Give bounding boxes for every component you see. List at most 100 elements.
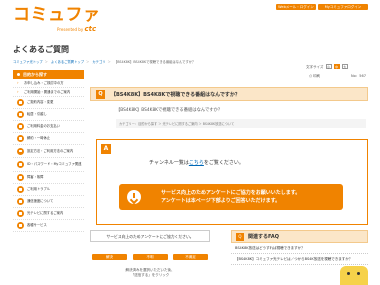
yen-icon <box>17 123 24 130</box>
breadcrumb-separator: ＞ <box>86 60 90 64</box>
survey-section: サービス向上のためアンケートにご協力ください。 解決 不明 不満足 解決済みを選… <box>90 230 210 285</box>
logo-sub-label: Presented by <box>57 27 84 32</box>
speed-icon <box>17 198 24 205</box>
survey-note: 解決済みを選択いただいた後、 「送信する」をクリック <box>90 268 210 278</box>
sidebar-item-label: ご利用トラブル <box>27 187 51 192</box>
sidebar-item-label: 設定方法・ご利用方法のご案内 <box>27 148 74 153</box>
sidebar-item-label: 転居・引越し <box>27 112 47 117</box>
breadcrumb-separator: ＞ <box>107 60 111 64</box>
question-icon <box>17 186 24 193</box>
breadcrumb-current: 【BS4K8K】BS4K8Kで視聴できる番組はなんですか？ <box>113 60 196 64</box>
sidebar-item-label: 通信速度について <box>27 199 54 204</box>
sidebar-item-speed[interactable]: 通信速度について <box>13 196 84 208</box>
document-icon <box>17 99 24 106</box>
sidebar-item-payment[interactable]: ご利用料金のお支払い <box>13 121 84 133</box>
font-size-label: 文字サイズ <box>306 65 324 69</box>
logo-tagline: Presented by ctc <box>57 25 96 33</box>
survey-banner-line1: サービス向上のためアンケートにご協力をお願いいたします。 <box>161 190 301 196</box>
question-body: 【BS4K8K】BS4K8Kで視聴できる番組はなんですか？ カテゴリー：目的から… <box>96 104 368 128</box>
answer-box: A チャンネル一覧はこちらをご覧ください。 サービス向上のためアンケートにご協力… <box>96 139 368 225</box>
question-title: 【BS4K8K】BS4K8Kで視聴できる番組はなんですか？ <box>111 91 240 98</box>
logo-text: コミュファ <box>13 5 101 25</box>
breadcrumb: コミュファ光トップ＞ よくあるご質問トップ＞ カテゴリ＞ 【BS4K8K】BS4… <box>13 59 195 64</box>
printer-icon: ⎙ <box>309 74 312 78</box>
sidebar-item-label: 各種サービス <box>27 223 47 228</box>
sidebar-item-moving[interactable]: 転居・引越し <box>13 109 84 121</box>
print-button[interactable]: ⎙ 印刷 <box>309 74 320 79</box>
survey-unclear-button[interactable]: 不明 <box>132 254 168 260</box>
sidebar-item-application[interactable]: › お申し込み・ご検討中の方 <box>13 79 84 88</box>
webmail-login-button[interactable]: Webメール・ログイン <box>276 4 316 10</box>
sidebar-item-trouble[interactable]: ご利用トラブル <box>13 184 84 196</box>
sidebar: 目的から探す › お申し込み・ご検討中の方 › ご利用開始・開通までのご案内 ご契約… <box>13 70 84 232</box>
survey-note-line2: 「送信する」をクリック <box>130 273 170 277</box>
answer-text-before: チャンネル一覧は <box>149 160 189 166</box>
survey-banner-text: サービス向上のためアンケートにご協力をお願いいたします。 アンケートは本ページ下… <box>161 189 300 205</box>
survey-unsatisfied-button[interactable]: 不満足 <box>173 254 208 260</box>
survey-banner-line2: アンケートは本ページ下部よりご回答いただけます。 <box>161 198 281 204</box>
survey-title: サービス向上のためアンケートにご協力ください。 <box>90 230 210 242</box>
sidebar-item-tv[interactable]: 光テレビに関するご案内 <box>13 208 84 220</box>
pause-icon <box>17 135 24 142</box>
question-category: カテゴリー：目的から探す ＞ 光テレビに関するご案内 ＞ BS4K8K放送につい… <box>116 119 366 128</box>
question-detail: 【BS4K8K】BS4K8Kで視聴できる番組はなんですか？ <box>116 108 223 113</box>
truck-icon <box>17 111 24 118</box>
font-size-large-button[interactable]: 大 <box>341 64 348 69</box>
survey-banner[interactable]: サービス向上のためアンケートにご協力をお願いいたします。 アンケートは本ページ下… <box>119 184 343 210</box>
chevron-right-icon: › <box>17 88 19 94</box>
sidebar-item-label: ご利用開始・開通までのご案内 <box>24 89 71 94</box>
breadcrumb-separator: ＞ <box>44 60 48 64</box>
sidebar-item-settings[interactable]: 設定方法・ご利用方法のご案内 <box>13 145 84 158</box>
sidebar-heading: 目的から探す <box>13 70 84 79</box>
sidebar-item-label: 光テレビに関するご案内 <box>27 211 64 216</box>
main-content: ⎙ 印刷 No：567 <box>90 70 368 80</box>
font-size-medium-button[interactable]: 中 <box>333 64 340 69</box>
grid-icon <box>17 222 24 229</box>
print-label: 印刷 <box>313 74 320 78</box>
related-faq: Q 関連するFAQ BS4K8K放送はどうすれば視聴できますか？ 【BS4K8K… <box>231 230 368 265</box>
site-header: コミュファ Presented by ctc Webメール・ログイン Myコミュ… <box>0 0 380 38</box>
sidebar-item-label: お申し込み・ご検討中の方 <box>24 80 64 85</box>
answer-text-after: をご覧ください。 <box>203 160 244 166</box>
survey-solved-button[interactable]: 解決 <box>92 254 127 260</box>
related-faq-header: Q 関連するFAQ <box>231 230 368 243</box>
page-title: よくあるご質問 <box>13 45 69 54</box>
ctc-brand: ctc <box>84 25 97 33</box>
channel-list-link[interactable]: こちら <box>189 160 204 166</box>
utility-row: ⎙ 印刷 No：567 <box>90 70 368 80</box>
breadcrumb-home[interactable]: コミュファ光トップ <box>13 60 43 64</box>
sidebar-item-label: ご利用料金のお支払い <box>27 124 60 129</box>
breadcrumb-category[interactable]: カテゴリ <box>92 60 105 64</box>
chevron-right-icon: › <box>17 79 19 85</box>
mascot-chat-icon[interactable] <box>340 266 368 285</box>
commufa-logo[interactable]: コミュファ Presented by ctc <box>13 7 108 35</box>
mycommufa-login-button[interactable]: Myコミュファログイン <box>318 4 368 10</box>
arrow-down-icon <box>127 190 141 204</box>
question-badge: Q <box>96 89 105 99</box>
survey-buttons: 解決 不明 不満足 <box>90 254 210 260</box>
faq-number: No：567 <box>351 74 366 78</box>
sidebar-item-id-password[interactable]: ID・パスワード・Myコミュファ関連 <box>13 158 84 172</box>
related-faq-item[interactable]: 【BS4K8K】コミュファ光テレビは／つからBS4K放送を視聴できますか？ <box>231 254 368 265</box>
breadcrumb-faq-top[interactable]: よくあるご質問トップ <box>51 60 84 64</box>
warning-icon <box>17 174 24 181</box>
key-icon <box>17 161 24 168</box>
tv-icon <box>17 210 24 217</box>
sidebar-item-failure[interactable]: 障害・故障 <box>13 172 84 184</box>
sidebar-item-start-guide[interactable]: › ご利用開始・開通までのご案内 <box>13 88 84 97</box>
sidebar-item-label: 解約・一時休止 <box>27 136 51 141</box>
related-faq-badge: Q <box>236 232 244 241</box>
sidebar-item-cancel[interactable]: 解約・一時休止 <box>13 133 84 145</box>
sidebar-item-label: ID・パスワード・Myコミュファ関連 <box>27 162 82 167</box>
related-faq-title: 関連するFAQ <box>248 234 279 240</box>
related-faq-item[interactable]: BS4K8K放送はどうすれば視聴できますか？ <box>231 243 368 254</box>
answer-badge: A <box>101 144 111 154</box>
gear-icon <box>17 147 24 155</box>
sidebar-item-label: 障害・故障 <box>27 175 44 180</box>
answer-text: チャンネル一覧はこちらをご覧ください。 <box>149 159 244 166</box>
question-header: Q 【BS4K8K】BS4K8Kで視聴できる番組はなんですか？ <box>90 87 368 101</box>
sidebar-item-contract[interactable]: ご契約内容・変更 <box>13 97 84 109</box>
font-size-small-button[interactable]: 小 <box>325 64 332 69</box>
sidebar-item-services[interactable]: 各種サービス <box>13 220 84 232</box>
sidebar-item-label: ご契約内容・変更 <box>27 100 54 105</box>
